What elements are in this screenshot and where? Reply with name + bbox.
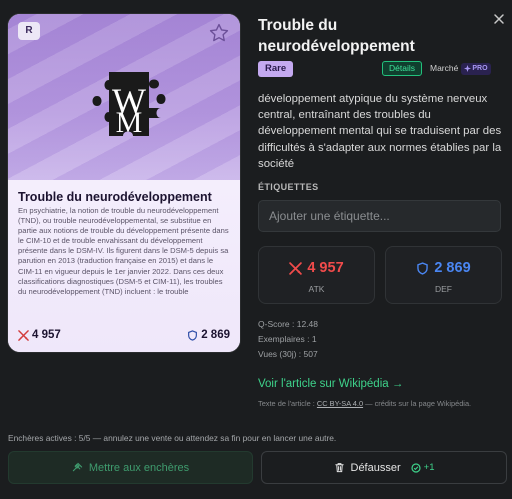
market-button[interactable]: Marché PRO [430,61,491,76]
crossed-swords-icon [18,329,29,341]
card-atk: 4 957 [18,329,61,341]
q-score: Q-Score : 12.48 [258,319,319,329]
discard-reward: +1 [411,462,435,473]
card-title: Trouble du neurodéveloppement [18,190,212,204]
license-suffix: — crédits sur la page Wikipédia. [363,399,472,408]
copies-count: Exemplaires : 1 [258,334,317,344]
trash-icon [334,463,344,473]
rarity-badge: R [18,22,40,40]
def-value-row: 2 869 [386,260,501,276]
atk-value-row: 4 957 [259,260,374,276]
card-body: Trouble du neurodéveloppement En psychia… [8,180,240,352]
rarity-badge-rare: Rare [258,61,294,77]
def-value: 2 869 [434,260,471,276]
gavel-icon [72,462,83,472]
card-art: R W M [8,14,240,180]
card-def: 2 869 [187,329,230,341]
puzzle-logo: W M [92,72,166,139]
crossed-swords-icon [289,261,303,275]
shield-icon [188,329,198,341]
card-meta: Q-Score : 12.48 Exemplaires : 1 Vues (30… [258,317,318,362]
card-stats: 4 957 2 869 [18,326,230,344]
auction-note: Enchères actives : 5/5 — annulez une ven… [8,433,337,443]
discard-button[interactable]: Défausser +1 [261,451,507,484]
license-link[interactable]: CC BY-SA 4.0 [317,399,363,408]
atk-label: ATK [308,284,325,294]
discard-reward-value: +1 [423,462,435,473]
article-description: développement atypique du système nerveu… [258,93,502,170]
card-def-value: 2 869 [201,329,230,341]
def-label: DEF [435,284,452,294]
views-count: Vues (30j) : 507 [258,349,318,359]
page-title: Trouble du neurodéveloppement [258,17,415,55]
atk-stat-box: 4 957 ATK [258,246,375,304]
sparkle-icon [464,65,472,72]
license-prefix: Texte de l'article : [258,399,317,408]
card-preview: R W M Trouble du neurodéveloppement En p… [8,14,240,352]
auction-button-label: Mettre aux enchères [88,461,190,474]
svg-text:M: M [116,106,143,139]
shield-icon [417,261,429,275]
star-outline-icon[interactable] [208,22,230,44]
pro-badge: PRO [461,62,491,75]
discard-button-label: Défausser [350,461,401,474]
card-description: En psychiatrie, la notion de trouble du … [18,206,229,296]
def-stat-box: 2 869 DEF [385,246,502,304]
tags-heading: ÉTIQUETTES [258,182,319,192]
card-atk-value: 4 957 [32,329,61,341]
tag-input[interactable] [258,200,501,232]
details-button[interactable]: Détails [382,61,422,76]
auction-button[interactable]: Mettre aux enchères [8,451,253,484]
pro-label: PRO [472,64,488,72]
close-icon[interactable] [492,12,506,26]
market-label: Marché [430,63,459,73]
atk-value: 4 957 [307,260,344,276]
wikipedia-link[interactable]: Voir l'article sur Wikipédia → [258,378,403,390]
coin-icon [411,462,421,473]
license-note: Texte de l'article : CC BY-SA 4.0 — créd… [258,398,488,409]
